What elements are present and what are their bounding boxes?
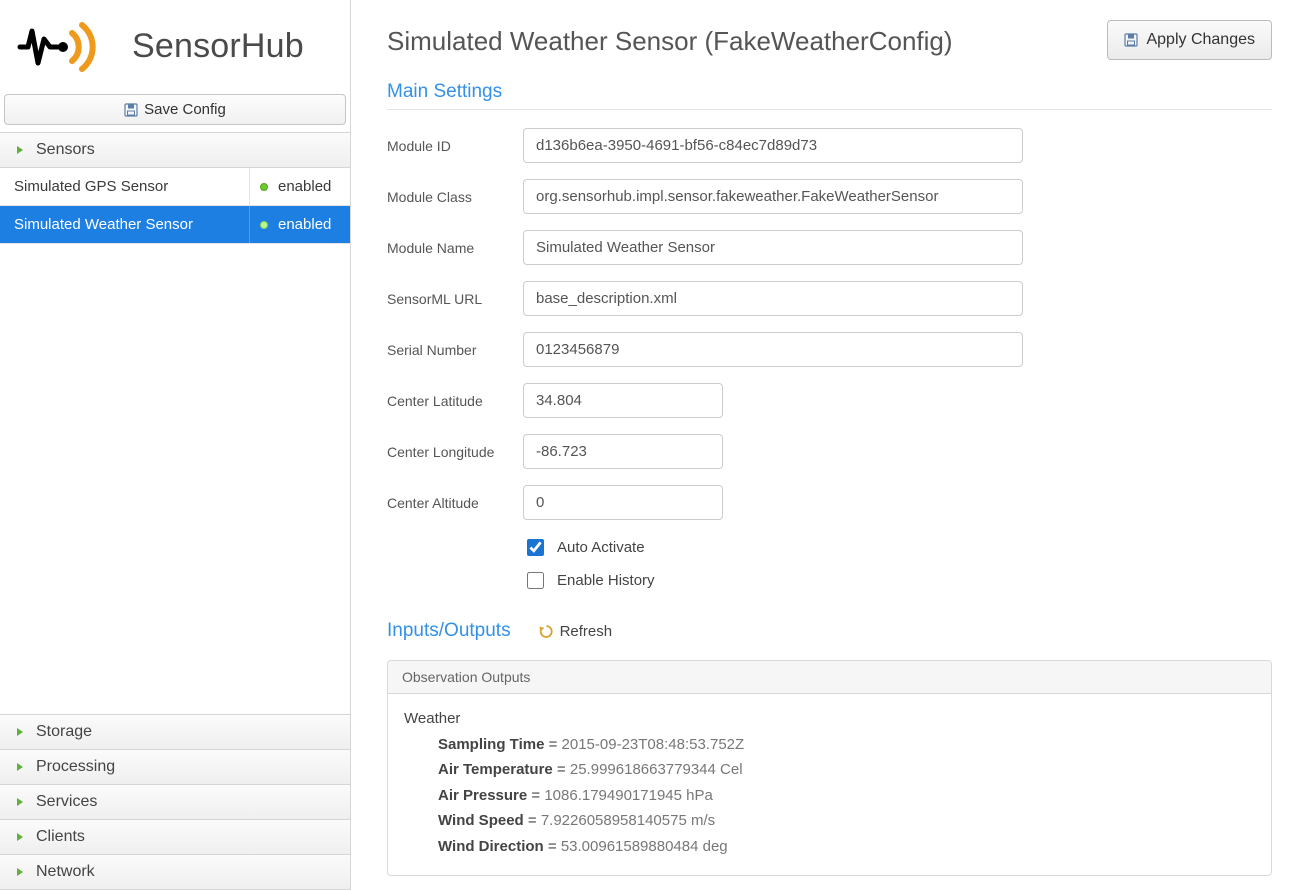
sidebar-section-label: Sensors: [36, 141, 95, 159]
sensor-status: enabled: [250, 206, 350, 243]
sidebar-section-label: Processing: [36, 758, 115, 776]
label-center-alt: Center Altitude: [387, 495, 523, 511]
observation-panel-title: Observation Outputs: [388, 661, 1271, 694]
save-config-button[interactable]: Save Config: [4, 94, 346, 125]
app-logo-row: SensorHub: [0, 0, 350, 92]
label-sensorml-url: SensorML URL: [387, 291, 523, 307]
sidebar-section-label: Storage: [36, 723, 92, 741]
status-dot-icon: [260, 183, 268, 191]
save-icon: [1124, 33, 1138, 47]
observation-outputs-panel: Observation Outputs Weather Sampling Tim…: [387, 660, 1272, 876]
label-center-lon: Center Longitude: [387, 444, 523, 460]
sensor-list: Simulated GPS Sensor enabled Simulated W…: [0, 168, 350, 715]
refresh-label: Refresh: [560, 623, 613, 640]
label-auto-activate: Auto Activate: [557, 539, 645, 556]
input-center-lon[interactable]: [523, 434, 723, 469]
sidebar-section-clients[interactable]: Clients: [0, 819, 350, 855]
sidebar-section-label: Network: [36, 863, 95, 881]
save-icon: [124, 103, 138, 117]
divider: [387, 109, 1272, 110]
sensor-name: Simulated Weather Sensor: [0, 206, 250, 243]
sidebar-section-services[interactable]: Services: [0, 784, 350, 820]
apply-changes-label: Apply Changes: [1146, 31, 1255, 49]
input-center-lat[interactable]: [523, 383, 723, 418]
sensor-status-label: enabled: [278, 178, 331, 195]
label-module-id: Module ID: [387, 138, 523, 154]
arrow-right-icon: [14, 726, 26, 738]
section-title-io: Inputs/Outputs: [387, 620, 511, 642]
arrow-right-icon: [14, 761, 26, 773]
observation-label: Air Pressure: [438, 787, 527, 804]
arrow-right-icon: [14, 796, 26, 808]
refresh-button[interactable]: Refresh: [539, 623, 613, 640]
checkbox-enable-history[interactable]: [527, 572, 544, 589]
checkbox-auto-activate[interactable]: [527, 539, 544, 556]
input-sensorml-url[interactable]: [523, 281, 1023, 316]
observation-item: Wind Speed = 7.9226058958140575 m/s: [438, 808, 1255, 834]
apply-changes-button[interactable]: Apply Changes: [1107, 20, 1272, 60]
label-module-class: Module Class: [387, 189, 523, 205]
observation-value: 7.9226058958140575 m/s: [541, 812, 715, 829]
refresh-icon: [539, 624, 554, 639]
observation-label: Wind Direction: [438, 838, 544, 855]
input-center-alt[interactable]: [523, 485, 723, 520]
observation-value: 53.00961589880484 deg: [561, 838, 728, 855]
sidebar-section-network[interactable]: Network: [0, 854, 350, 890]
observation-value: 2015-09-23T08:48:53.752Z: [562, 736, 745, 753]
sensor-name: Simulated GPS Sensor: [0, 168, 250, 205]
sidebar-section-storage[interactable]: Storage: [0, 714, 350, 750]
observation-value: 25.999618663779344 Cel: [570, 761, 743, 778]
sidebar-section-label: Clients: [36, 828, 85, 846]
observation-label: Air Temperature: [438, 761, 553, 778]
label-serial-number: Serial Number: [387, 342, 523, 358]
input-module-class[interactable]: [523, 179, 1023, 214]
label-module-name: Module Name: [387, 240, 523, 256]
observation-item: Sampling Time = 2015-09-23T08:48:53.752Z: [438, 732, 1255, 758]
observation-label: Wind Speed: [438, 812, 524, 829]
page-title: Simulated Weather Sensor (FakeWeatherCon…: [387, 26, 953, 57]
input-module-name[interactable]: [523, 230, 1023, 265]
sensor-status: enabled: [250, 168, 350, 205]
sensor-status-label: enabled: [278, 216, 331, 233]
observation-group: Weather: [404, 706, 1255, 732]
sidebar: SensorHub Save Config Sensors Simulated …: [0, 0, 351, 890]
observation-item: Wind Direction = 53.00961589880484 deg: [438, 834, 1255, 860]
observation-item: Air Pressure = 1086.179490171945 hPa: [438, 783, 1255, 809]
save-config-label: Save Config: [144, 101, 226, 118]
sidebar-section-sensors[interactable]: Sensors: [0, 132, 350, 168]
label-enable-history: Enable History: [557, 572, 655, 589]
observation-label: Sampling Time: [438, 736, 544, 753]
status-dot-icon: [260, 221, 268, 229]
observation-value: 1086.179490171945 hPa: [544, 787, 713, 804]
section-title-main: Main Settings: [387, 81, 1272, 103]
sidebar-section-processing[interactable]: Processing: [0, 749, 350, 785]
arrow-right-icon: [14, 866, 26, 878]
arrow-right-icon: [14, 144, 26, 156]
label-center-lat: Center Latitude: [387, 393, 523, 409]
sensor-row-weather[interactable]: Simulated Weather Sensor enabled: [0, 206, 350, 244]
main-content: Simulated Weather Sensor (FakeWeatherCon…: [351, 0, 1304, 890]
observation-item: Air Temperature = 25.999618663779344 Cel: [438, 757, 1255, 783]
logo-icon: [14, 17, 104, 75]
app-name: SensorHub: [132, 27, 304, 66]
input-module-id[interactable]: [523, 128, 1023, 163]
sensor-row-gps[interactable]: Simulated GPS Sensor enabled: [0, 168, 350, 206]
sidebar-section-label: Services: [36, 793, 97, 811]
arrow-right-icon: [14, 831, 26, 843]
input-serial-number[interactable]: [523, 332, 1023, 367]
